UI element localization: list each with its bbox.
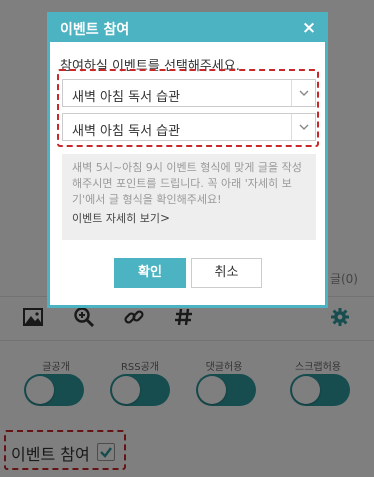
chevron-down-icon [291, 80, 315, 106]
close-icon[interactable]: × [301, 18, 317, 38]
modal-header: 이벤트 참여 × [50, 15, 325, 42]
event-info-text: 새벽 5시~아침 9시 이벤트 형식에 맞게 글을 작성해주시면 포인트를 드립… [72, 161, 302, 206]
event-modal: 이벤트 참여 × 참여하실 이벤트를 선택해주세요. 새벽 아침 독서 습관 새… [47, 12, 328, 308]
event-select-2[interactable]: 새벽 아침 독서 습관 [62, 113, 316, 141]
confirm-button[interactable]: 확인 [114, 258, 186, 288]
chevron-down-icon [291, 114, 315, 140]
event-details-link-label: 이벤트 자세히 보기 [72, 212, 160, 225]
event-info-box: 새벽 5시~아침 9시 이벤트 형식에 맞게 글을 작성해주시면 포인트를 드립… [62, 154, 316, 240]
event-select-value: 새벽 아침 독서 습관 [72, 124, 181, 139]
modal-title: 이벤트 참여 [60, 22, 130, 38]
chevron-right-icon: > [159, 211, 171, 225]
event-details-link[interactable]: 이벤트 자세히 보기> [72, 210, 170, 226]
event-select-1[interactable]: 새벽 아침 독서 습관 [62, 79, 316, 107]
cancel-button[interactable]: 취소 [191, 258, 262, 288]
event-select-value: 새벽 아침 독서 습관 [72, 90, 181, 105]
